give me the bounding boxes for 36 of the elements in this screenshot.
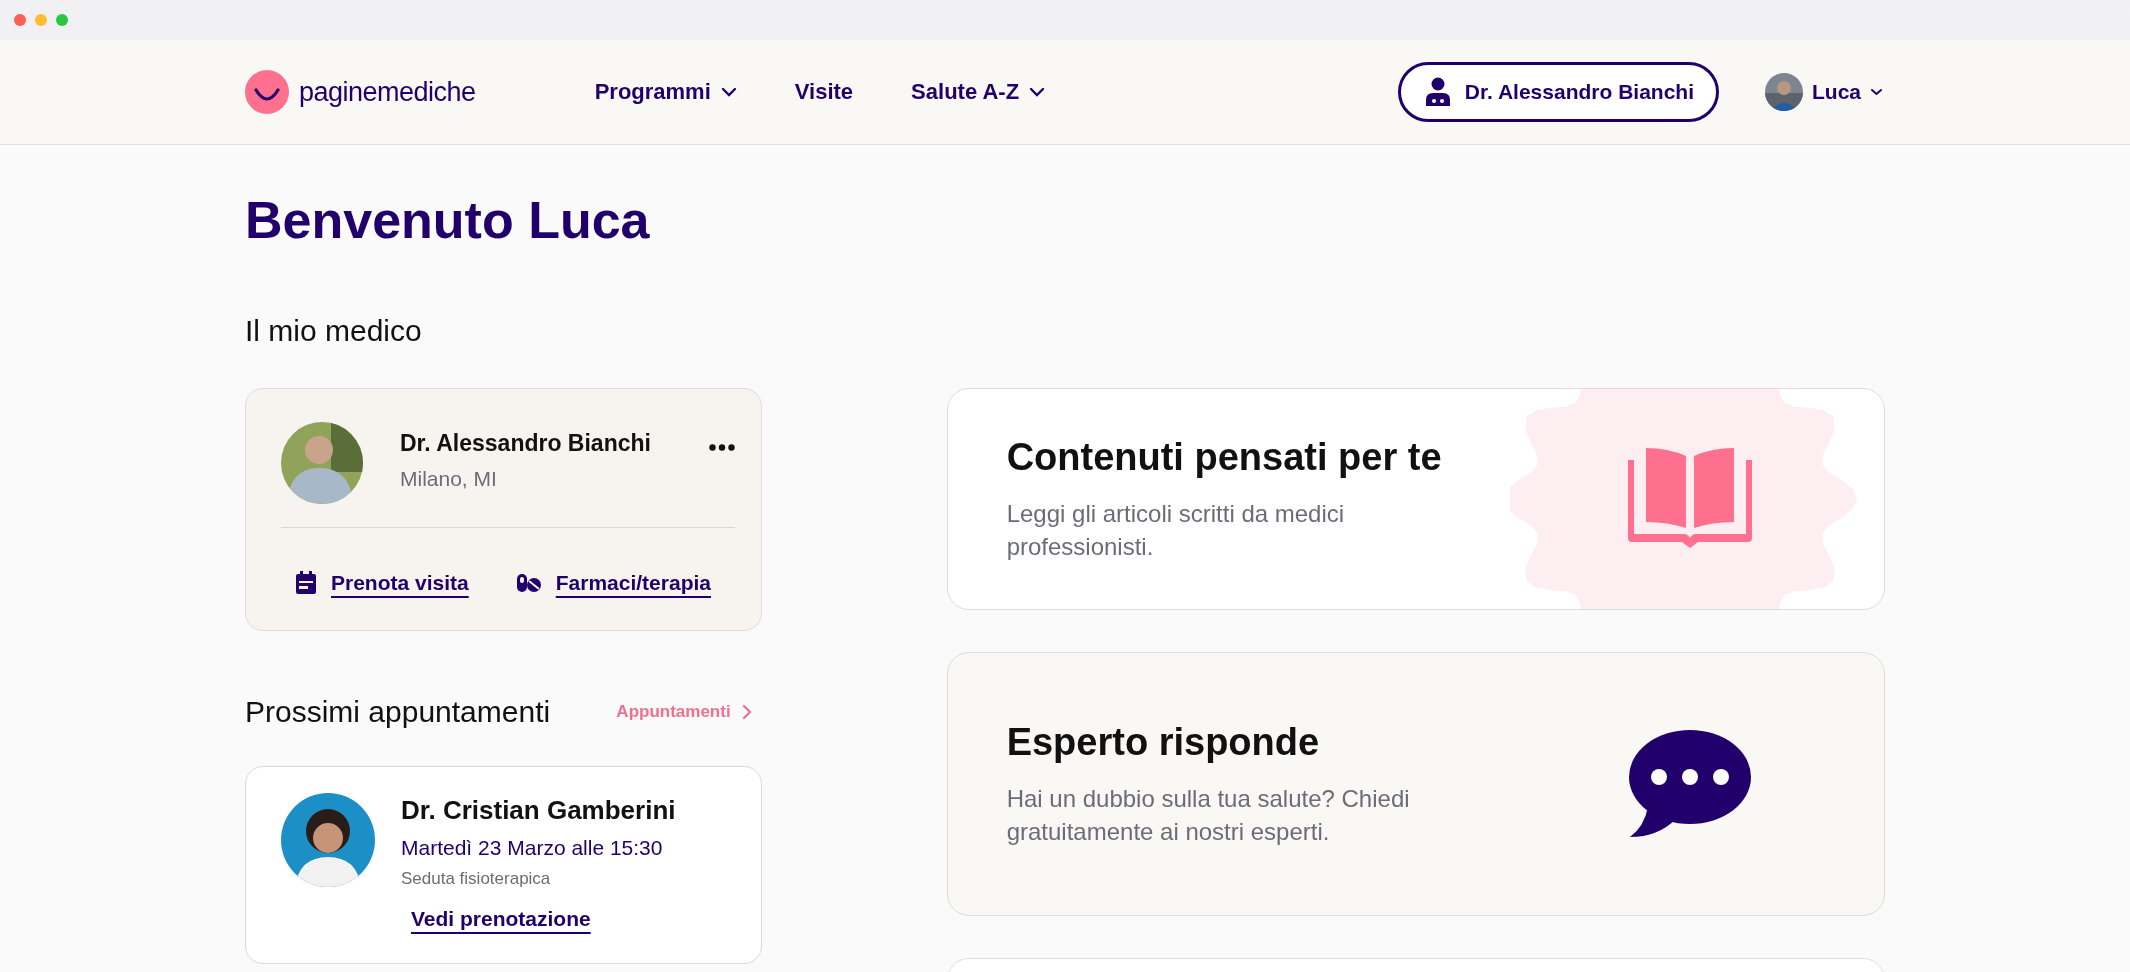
section-heading: Il mio medico bbox=[245, 313, 423, 349]
chevron-down-icon bbox=[1870, 88, 1883, 96]
action-link[interactable]: Prenota visita bbox=[295, 571, 469, 595]
chevron-down-icon bbox=[1029, 87, 1046, 97]
card-title: Esperto risponde bbox=[1006, 720, 1321, 764]
doctor-icon bbox=[1424, 77, 1451, 107]
chevron-right-icon bbox=[741, 704, 752, 720]
logo-link[interactable]: paginemediche bbox=[245, 70, 476, 114]
appointment-time: Martedì 23 Marzo alle 15:30 bbox=[401, 836, 664, 860]
card-description: Hai un dubbio sulla tua salute? Chiedi gratuitamente ai nostri esperti. bbox=[1006, 783, 1411, 847]
doctor-button[interactable]: Dr. Alessandro Bianchi bbox=[1397, 62, 1719, 122]
logo-text: paginemediche bbox=[299, 76, 476, 108]
smile-logo-icon bbox=[245, 70, 289, 114]
page-title: Benvenuto Luca bbox=[245, 190, 651, 251]
doctor-name: Dr. Alessandro Bianchi bbox=[400, 430, 652, 457]
chat-bubble-icon bbox=[1628, 729, 1752, 839]
card-description: Leggi gli articoli scritti da medici professionisti. bbox=[1006, 498, 1346, 562]
nav-link[interactable]: Visite bbox=[794, 79, 854, 105]
doctor-name: Dr. Cristian Gamberini bbox=[401, 795, 676, 826]
calendar-icon bbox=[295, 571, 317, 595]
nav-link[interactable]: Salute A-Z bbox=[911, 79, 1046, 105]
view-booking-link[interactable]: Vedi prenotazione bbox=[411, 907, 591, 931]
feature-card[interactable]: Esperto risponde Hai un dubbio sulla tua salute? Chiedi gratuitamente ai nostri esperti. bbox=[946, 652, 1885, 916]
more-options-icon[interactable] bbox=[708, 444, 735, 451]
doctor-location: Milano, MI bbox=[400, 467, 498, 491]
nav-link[interactable]: Programmi bbox=[594, 79, 737, 105]
chevron-down-icon bbox=[720, 87, 737, 97]
feature-card[interactable]: Contenuti pensati per te Leggi gli articoli scritti da medici professionisti. bbox=[946, 388, 1885, 610]
action-link[interactable]: Farmaci/terapia bbox=[515, 571, 711, 595]
user-menu[interactable]: Luca bbox=[1765, 73, 1883, 111]
window-controls-icon[interactable] bbox=[13, 13, 69, 27]
section-heading: Prossimi appuntamenti bbox=[245, 694, 551, 730]
book-icon bbox=[1628, 448, 1752, 550]
appointment-type: Seduta fisioterapica bbox=[401, 869, 552, 889]
card-title: Contenuti pensati per te bbox=[1006, 435, 1443, 479]
pills-icon bbox=[515, 573, 542, 593]
